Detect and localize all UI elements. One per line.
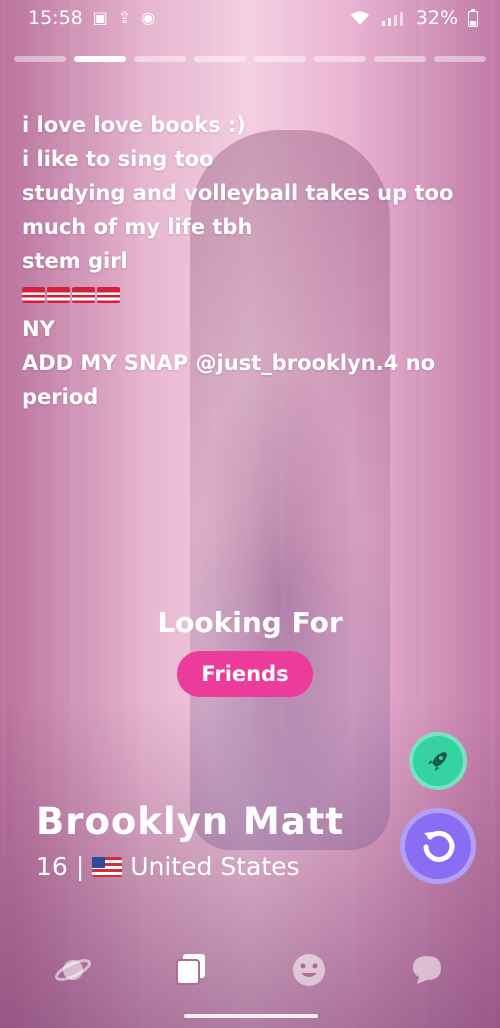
boost-button[interactable] [409, 732, 467, 790]
bio-line: i like to sing too [22, 147, 214, 171]
battery-icon [468, 9, 478, 27]
bio-flags [22, 278, 472, 312]
nav-chat[interactable] [403, 946, 451, 994]
progress-segment [134, 56, 186, 62]
status-time: 15:58 [28, 7, 83, 29]
progress-segment [194, 56, 246, 62]
signal-icon [381, 12, 403, 26]
rocket-icon [428, 752, 447, 771]
profile-age: 16 [36, 852, 68, 881]
cards-icon [176, 954, 205, 985]
gallery-icon: ▣ [92, 8, 108, 27]
bio-line: NY [22, 317, 55, 341]
bottom-nav [0, 938, 500, 1002]
battery-percent: 32% [415, 7, 458, 29]
nav-explore[interactable] [49, 946, 97, 994]
progress-segment-active [74, 56, 126, 62]
looking-for-badge: Friends [177, 651, 313, 697]
progress-segment [434, 56, 486, 62]
bio-line: studying and volleyball takes up too [22, 181, 454, 205]
progress-segment [314, 56, 366, 62]
progress-segment [254, 56, 306, 62]
flag-emoji [97, 287, 120, 303]
progress-segment [14, 56, 66, 62]
flag-emoji [47, 287, 70, 303]
undo-icon [423, 830, 455, 862]
nav-reactions[interactable] [285, 946, 333, 994]
bio-line: stem girl [22, 249, 128, 273]
story-progress [14, 56, 486, 62]
nav-cards[interactable] [167, 946, 215, 994]
flag-emoji [22, 287, 45, 303]
bio-line: much of my life tbh [22, 215, 253, 239]
bio-line: ADD MY SNAP @just_brooklyn.4 no [22, 351, 436, 375]
us-flag-icon [92, 856, 123, 877]
profile-country: United States [130, 852, 300, 881]
progress-segment [374, 56, 426, 62]
upload-icon: ⇪ [117, 8, 132, 27]
shazam-icon: ◉ [141, 8, 156, 27]
profile-name: Brooklyn Matt [36, 800, 345, 843]
profile-meta: 16 | United States [36, 852, 300, 881]
bio-line: i love love books :) [22, 113, 246, 137]
profile-bio: i love love books :) i like to sing too … [22, 108, 472, 414]
home-indicator [184, 1014, 318, 1018]
flag-emoji [72, 287, 95, 303]
looking-for-title: Looking For [157, 606, 343, 639]
rewind-button[interactable] [400, 808, 476, 884]
status-bar: 15:58 ▣ ⇪ ◉ 32% [0, 0, 500, 36]
wifi-icon [350, 11, 369, 25]
chat-icon [413, 956, 441, 984]
planet-icon [54, 959, 92, 981]
meta-separator: | [75, 852, 85, 881]
smiley-icon [293, 954, 325, 986]
bio-line: period [22, 385, 99, 409]
